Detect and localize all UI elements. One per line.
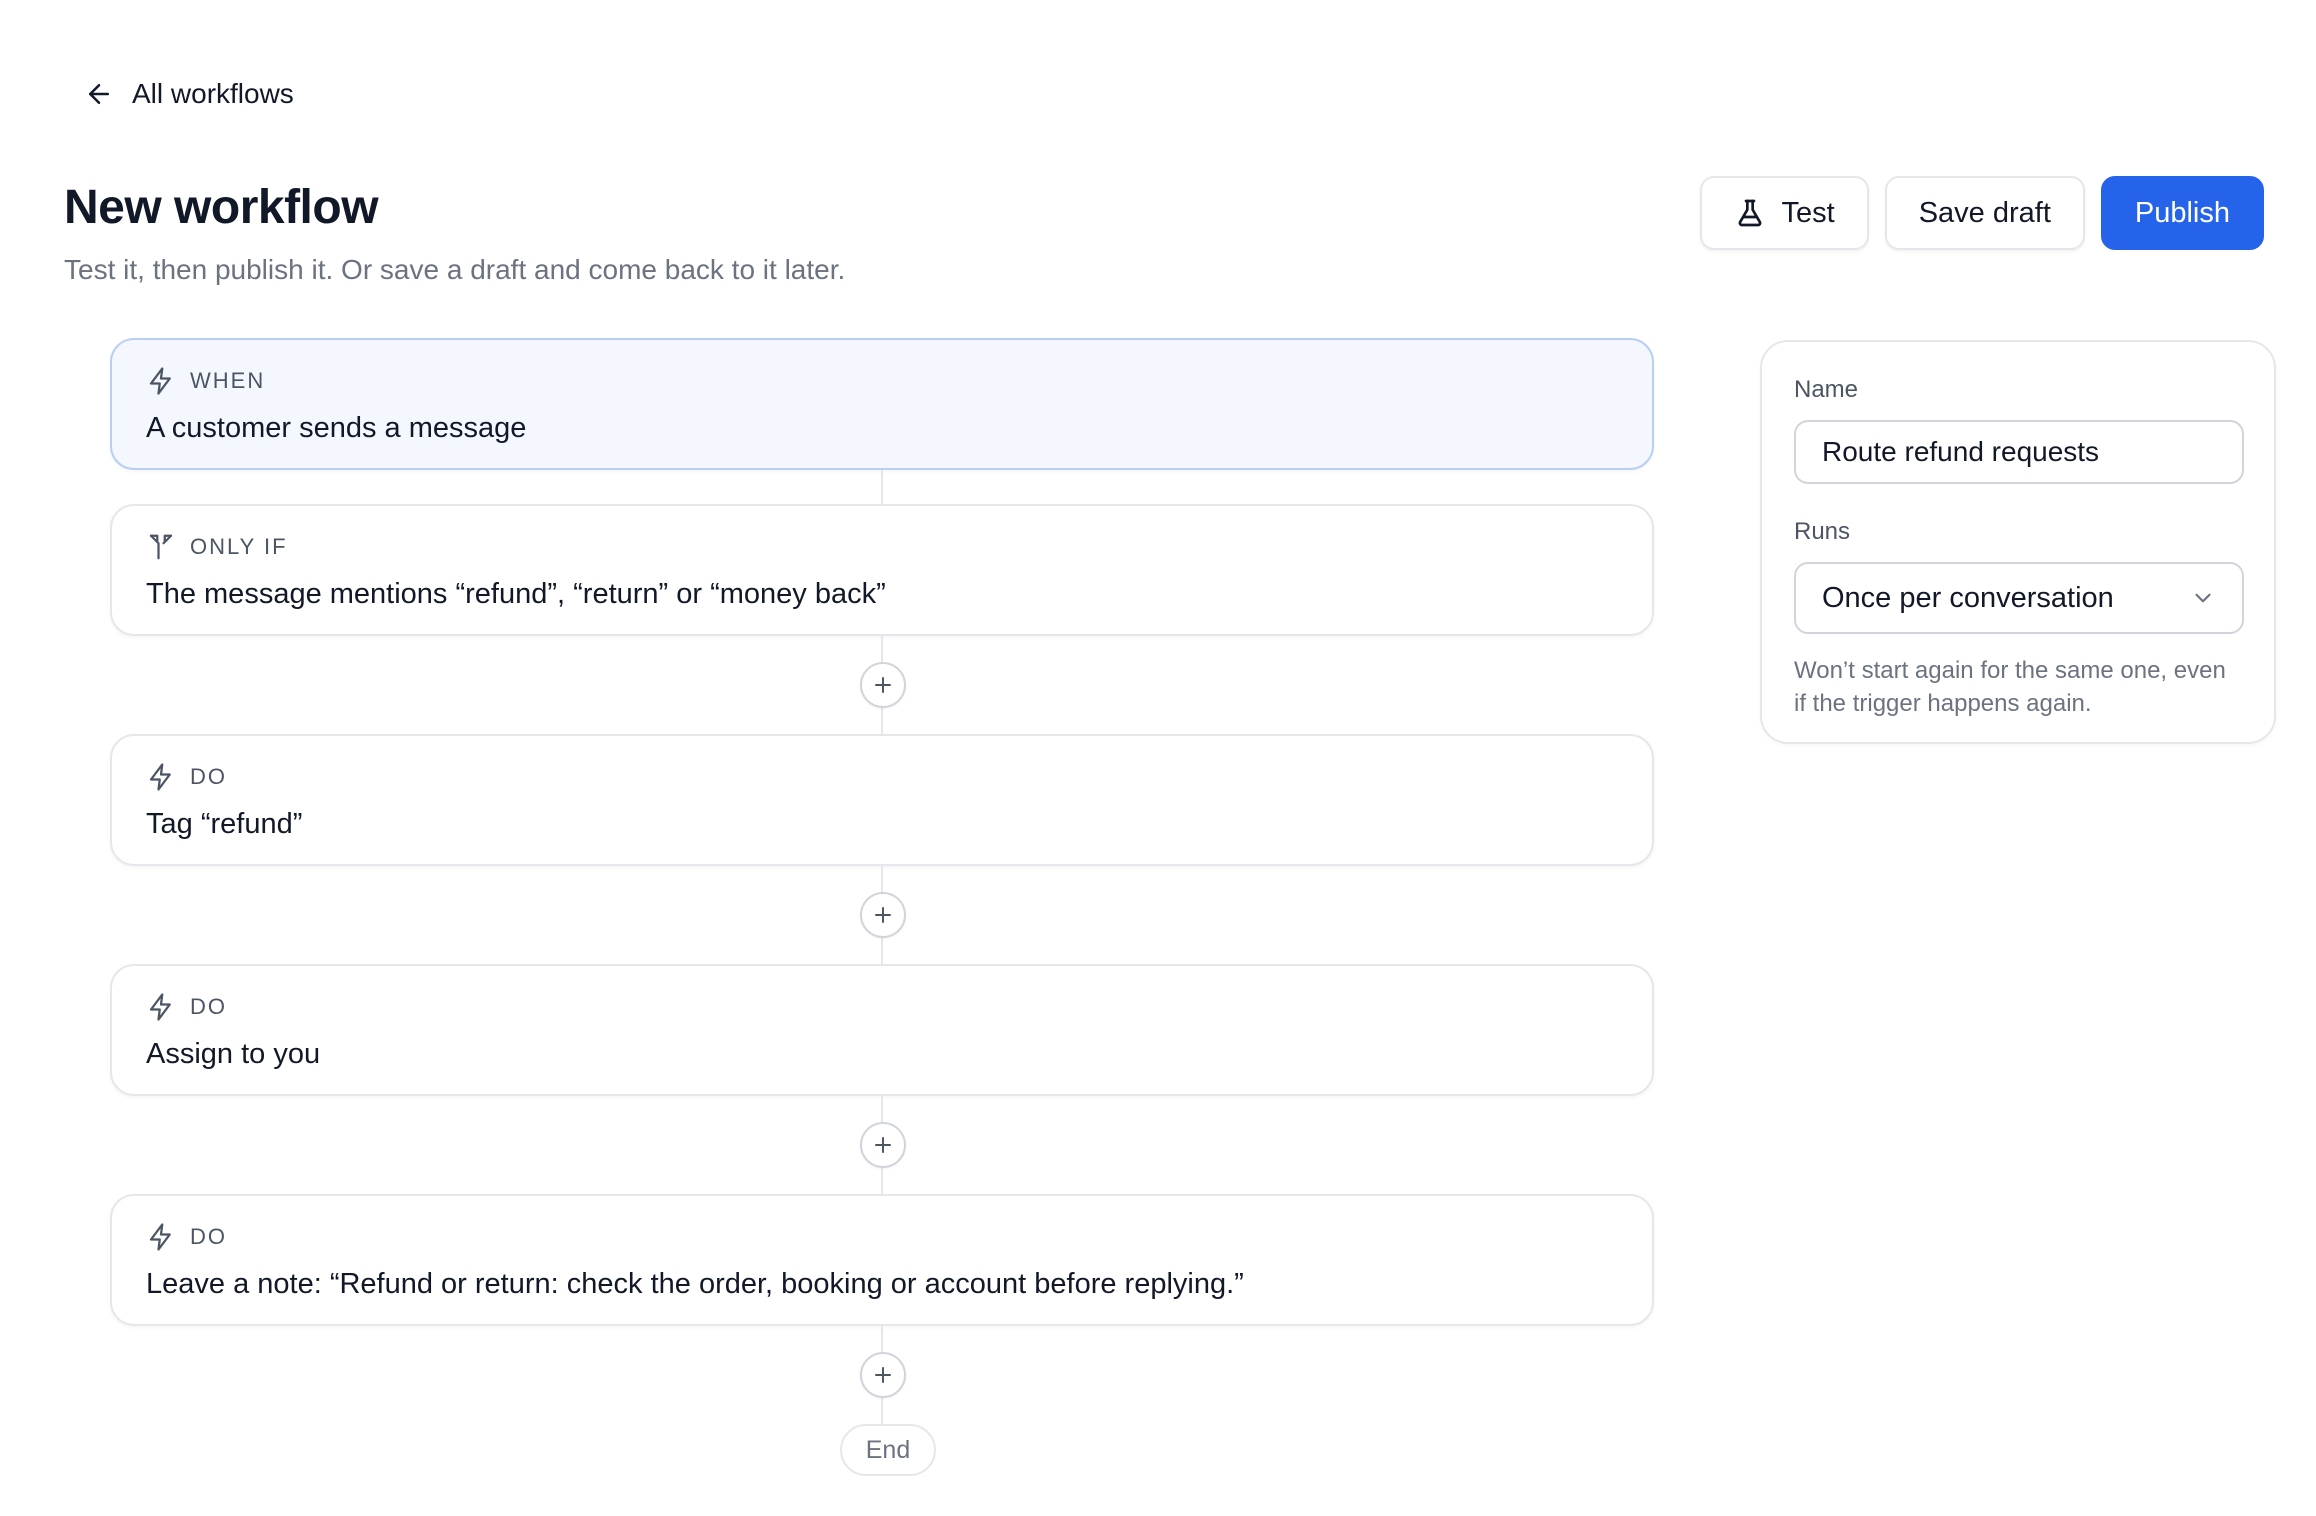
condition-card-label: ONLY IF <box>190 534 288 559</box>
add-step-button[interactable] <box>860 892 906 938</box>
workflow-settings-panel: Name Runs Once per conversation Won’t st… <box>1760 340 2276 744</box>
condition-card-header: ONLY IF <box>146 532 1618 562</box>
plus-icon <box>875 1367 891 1383</box>
page-title: New workflow <box>64 181 379 234</box>
runs-select-value: Once per conversation <box>1822 581 2114 614</box>
action-card-label: DO <box>190 764 227 789</box>
action-card-note[interactable]: DO Leave a note: “Refund or return: chec… <box>110 1194 1654 1326</box>
action-card-text: Tag “refund” <box>146 808 303 840</box>
bolt-icon <box>149 763 171 791</box>
add-step-button[interactable] <box>860 662 906 708</box>
workflow-flow: WHEN A customer sends a message ONLY IF … <box>110 338 1654 1476</box>
runs-field-label: Runs <box>1794 518 1851 545</box>
split-icon <box>149 534 173 560</box>
workflow-editor-page: All workflows New workflow Test it, then… <box>0 0 2316 1516</box>
connector <box>110 1096 1654 1194</box>
header-actions: Test Save draft Publish <box>1699 176 2264 250</box>
arrow-left-icon <box>89 84 109 104</box>
bolt-icon <box>149 1223 171 1251</box>
connector <box>110 866 1654 964</box>
back-to-workflows-link[interactable]: All workflows <box>84 78 294 110</box>
plus-icon <box>875 677 891 693</box>
trigger-card[interactable]: WHEN A customer sends a message <box>110 338 1654 470</box>
plus-icon <box>875 907 891 923</box>
end-marker: End <box>840 1424 936 1476</box>
action-card-tag[interactable]: DO Tag “refund” <box>110 734 1654 866</box>
flask-icon <box>1738 199 1761 227</box>
action-card-label: DO <box>190 994 227 1019</box>
action-card-text: Assign to you <box>146 1038 321 1070</box>
chevron-down-icon <box>2195 593 2211 603</box>
action-card-assign[interactable]: DO Assign to you <box>110 964 1654 1096</box>
plus-icon <box>875 1137 891 1153</box>
condition-card[interactable]: ONLY IF The message mentions “refund”, “… <box>110 504 1654 636</box>
action-card-header: DO <box>146 1222 1618 1252</box>
add-step-button[interactable] <box>860 1352 906 1398</box>
runs-select[interactable]: Once per conversation <box>1794 562 2244 634</box>
add-step-button[interactable] <box>860 1122 906 1168</box>
trigger-card-label: WHEN <box>190 368 266 393</box>
publish-button-label: Publish <box>2134 196 2230 229</box>
condition-card-text: The message mentions “refund”, “return” … <box>146 578 886 610</box>
bolt-icon <box>149 993 171 1021</box>
test-button-label: Test <box>1781 196 1835 229</box>
connector <box>110 636 1654 734</box>
trigger-card-header: WHEN <box>146 366 1618 396</box>
test-button[interactable]: Test <box>1699 176 1869 250</box>
action-card-label: DO <box>190 1224 227 1249</box>
save-draft-button[interactable]: Save draft <box>1884 176 2085 250</box>
name-field-label: Name <box>1794 376 1859 403</box>
publish-button[interactable]: Publish <box>2100 176 2264 250</box>
runs-help-text: Won’t start again for the same one, even… <box>1794 657 2226 717</box>
action-card-text: Leave a note: “Refund or return: check t… <box>146 1268 1244 1300</box>
action-card-header: DO <box>146 992 1618 1022</box>
bolt-icon <box>149 367 171 395</box>
back-link-label: All workflows <box>132 78 294 109</box>
connector <box>110 1326 1654 1424</box>
connector <box>110 470 1654 504</box>
save-draft-button-label: Save draft <box>1918 196 2051 229</box>
trigger-card-text: A customer sends a message <box>146 412 527 444</box>
name-input[interactable] <box>1794 420 2244 484</box>
action-card-header: DO <box>146 762 1618 792</box>
page-subtitle: Test it, then publish it. Or save a draf… <box>64 254 846 285</box>
